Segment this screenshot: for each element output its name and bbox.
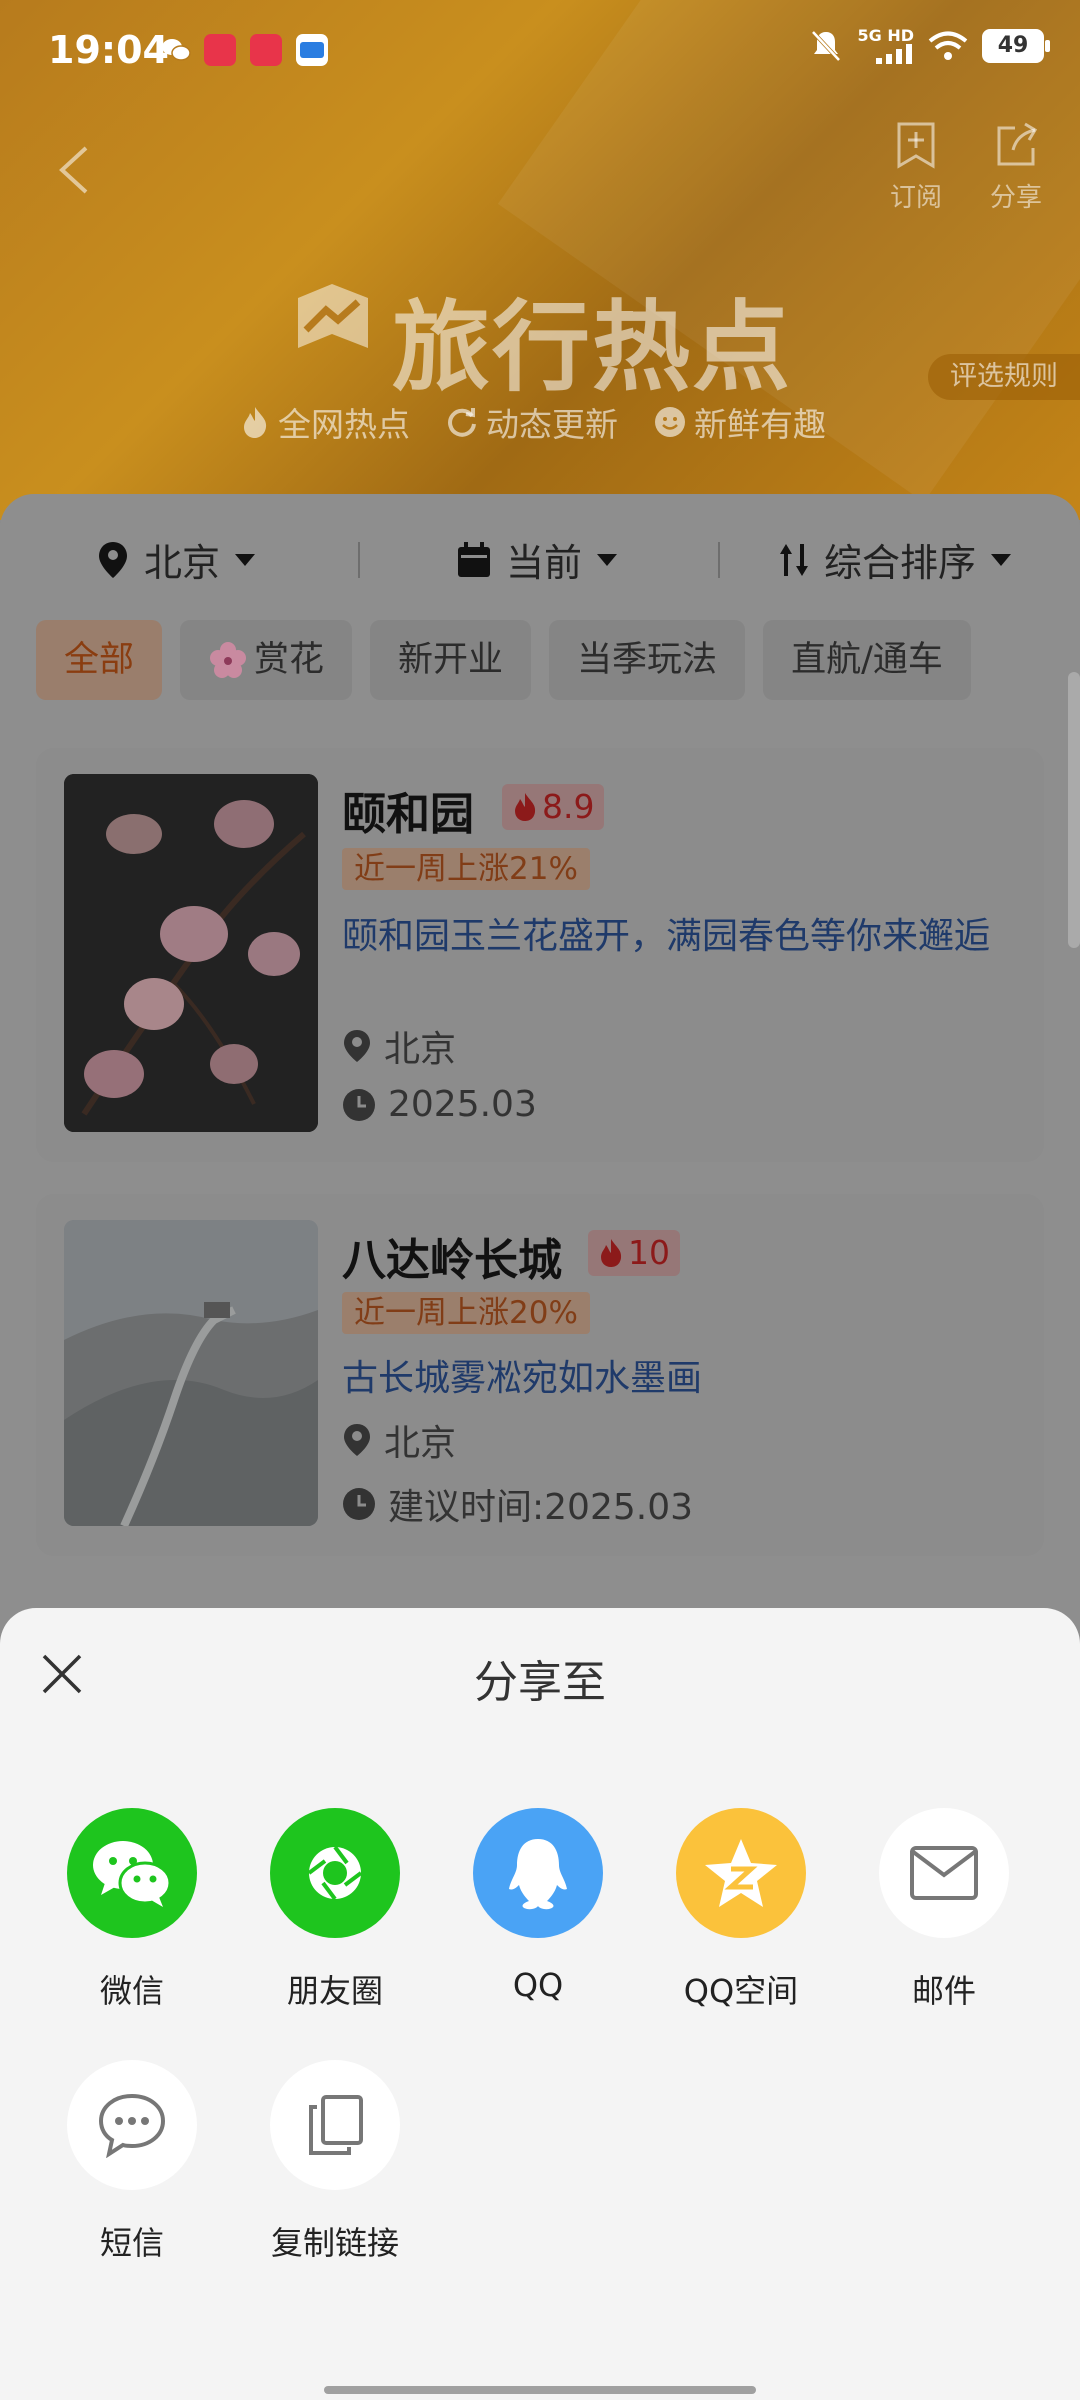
chip-all[interactable]: 全部: [36, 620, 163, 700]
share-mail[interactable]: 邮件: [854, 1808, 1034, 2012]
chip-direct-flight[interactable]: 直航/通车: [763, 620, 971, 700]
copy-link-icon: [270, 2060, 400, 2190]
share-qzone[interactable]: QQ空间: [651, 1808, 831, 2012]
sort-icon: [780, 543, 808, 576]
wifi-icon: [928, 31, 968, 60]
mute-bell-icon: [812, 30, 841, 62]
filter-divider: [718, 542, 720, 578]
app-notification-icon: [296, 34, 328, 66]
app-notification-icon: [204, 34, 236, 66]
category-chips: 全部 赏花 新开业 当季玩法 直航/通车: [36, 620, 971, 700]
location-pin-icon: [99, 541, 127, 578]
attraction-name: 八达岭长城: [342, 1235, 562, 1286]
blossom-icon: [210, 642, 247, 678]
chip-seasonal[interactable]: 当季玩法: [549, 620, 746, 700]
back-icon[interactable]: [50, 140, 100, 200]
signal-icon: [876, 44, 912, 64]
dropdown-arrow-icon: [235, 553, 256, 566]
subscribe-label: 订阅: [889, 183, 942, 213]
status-bar: 19:04 5G HD 49: [0, 0, 1080, 100]
fire-icon: [601, 1239, 622, 1267]
fire-icon: [244, 407, 267, 438]
qq-icon: [473, 1808, 603, 1938]
list-item[interactable]: 颐和园 8.9 近一周上涨21% 颐和园玉兰花盛开，满园春色等你来邂逅 北京 2…: [36, 748, 1044, 1162]
share-sheet: 分享至 微信 朋友圈 QQ QQ空间 邮件 短信 复制链接: [0, 1608, 1080, 2400]
share-icon: [997, 122, 1038, 166]
attraction-description: 古长城雾凇宛如水墨画: [342, 1358, 703, 1399]
time-meta: 2025.03: [342, 1084, 537, 1125]
calendar-icon: [458, 541, 490, 577]
location-pin-icon: [344, 1030, 370, 1062]
dropdown-arrow-icon: [991, 553, 1012, 566]
fire-icon: [515, 793, 536, 821]
chip-flowers[interactable]: 赏花: [180, 620, 353, 700]
filter-bar: 北京 当前 综合排序: [0, 524, 1080, 594]
home-indicator[interactable]: [324, 2386, 756, 2394]
wechat-icon: [67, 1808, 197, 1938]
share-sheet-title: 分享至: [474, 1657, 606, 1708]
share-sms[interactable]: 短信: [42, 2060, 222, 2264]
heat-badge: 10: [588, 1230, 680, 1276]
attraction-description: 颐和园玉兰花盛开，满园春色等你来邂逅: [342, 916, 991, 957]
sms-icon: [67, 2060, 197, 2190]
rules-button[interactable]: 评选规则: [928, 354, 1080, 400]
location-meta: 北京: [342, 1020, 456, 1072]
dropdown-arrow-icon: [597, 553, 618, 566]
trend-badge: 近一周上涨20%: [342, 1292, 590, 1334]
city-filter[interactable]: 北京: [96, 532, 256, 587]
clock-icon: [343, 1488, 375, 1520]
subscribe-icon: [897, 122, 935, 169]
banner-tag: 新鲜有趣: [654, 398, 826, 446]
top-nav: 订阅 分享: [0, 120, 1080, 220]
banner-tag: 动态更新: [446, 398, 618, 446]
banner-tags: 全网热点 动态更新 新鲜有趣: [240, 398, 826, 446]
trend-badge: 近一周上涨21%: [342, 848, 590, 890]
share-moments[interactable]: 朋友圈: [245, 1808, 425, 2012]
banner-tag: 全网热点: [240, 398, 410, 446]
time-meta: 建议时间:2025.03: [342, 1478, 693, 1530]
taobao-notification-icon: [250, 34, 282, 66]
qzone-icon: [676, 1808, 806, 1938]
status-time: 19:04: [48, 28, 169, 72]
filter-divider: [358, 542, 360, 578]
attraction-name: 颐和园: [342, 789, 474, 840]
sort-filter[interactable]: 综合排序: [778, 532, 1012, 587]
mail-icon: [879, 1808, 1009, 1938]
share-qq[interactable]: QQ: [448, 1808, 628, 2004]
time-filter[interactable]: 当前: [456, 532, 618, 587]
refresh-icon: [448, 408, 476, 437]
status-indicators: 5G HD 49: [809, 28, 1050, 64]
signal-indicator: 5G HD: [857, 28, 914, 64]
attraction-image: [64, 774, 318, 1132]
share-button[interactable]: 分享: [976, 120, 1056, 214]
banner-title: 旅行热点: [392, 291, 793, 405]
heat-badge: 8.9: [502, 784, 605, 830]
location-meta: 北京: [342, 1414, 456, 1466]
list-item[interactable]: 八达岭长城 10 近一周上涨20% 古长城雾凇宛如水墨画 北京 建议时间:202…: [36, 1194, 1044, 1556]
scrollbar[interactable]: [1068, 672, 1080, 948]
wechat-notification-icon: [160, 34, 192, 66]
location-pin-icon: [344, 1424, 370, 1456]
subscribe-button[interactable]: 订阅: [876, 120, 956, 214]
main-content: 北京 当前 综合排序 全部 赏花 新开业 当季玩法 直航/通车 颐和园 8.9 …: [0, 494, 1080, 1694]
smile-icon: [655, 407, 685, 437]
clock-icon: [343, 1088, 375, 1121]
share-label: 分享: [989, 183, 1042, 213]
moments-icon: [270, 1808, 400, 1938]
battery-indicator: 49: [982, 29, 1050, 63]
chip-new-opening[interactable]: 新开业: [370, 620, 532, 700]
travel-logo-icon: [298, 284, 368, 348]
share-copy-link[interactable]: 复制链接: [245, 2060, 425, 2264]
attraction-image: [64, 1220, 318, 1526]
share-wechat[interactable]: 微信: [42, 1808, 222, 2012]
